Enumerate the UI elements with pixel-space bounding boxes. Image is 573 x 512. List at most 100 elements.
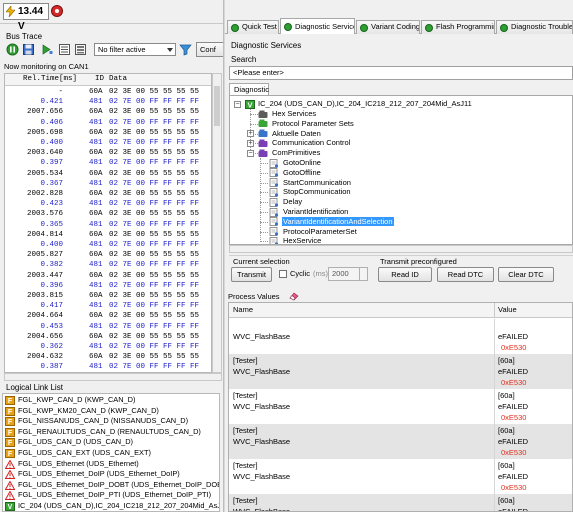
trace-row[interactable]: 0.400 481 02 7E 00 FF FF FF FF: [5, 240, 211, 250]
diagnostic-service-tree[interactable]: − V IC_204 (UDS_CAN_D),IC_204_IC218_212_…: [229, 95, 573, 245]
play-step-icon[interactable]: [40, 43, 53, 56]
process-value-block[interactable]: WVC_FlashBase eFAILED 0xE530: [229, 319, 572, 354]
expand-toggle[interactable]: +: [247, 139, 254, 147]
logical-link-list[interactable]: F FGL_KWP_CAN_D (KWP_CAN_D) F FGL_KWP_KM20_…: [2, 393, 220, 512]
trace-row[interactable]: 0.453 481 02 7E 00 FF FF FF FF: [5, 322, 211, 332]
trace-row[interactable]: 2004.664 60A 02 3E 00 55 55 55 55: [5, 311, 211, 321]
scrollbar-thumb[interactable]: [214, 86, 220, 126]
tab-quick-test[interactable]: Quick Test: [227, 20, 279, 34]
pause-icon[interactable]: [6, 43, 19, 56]
trace-row[interactable]: 0.400 481 02 7E 00 FF FF FF FF: [5, 138, 211, 148]
trace-row[interactable]: 2002.828 60A 02 3E 00 55 55 55 55: [5, 189, 211, 199]
trace-vertical-scrollbar[interactable]: [212, 73, 222, 373]
process-value-block[interactable]: [Tester][60a]WVC_FlashBaseeFAILED0xE530: [229, 459, 572, 494]
tab-flash-programming[interactable]: Flash Programming: [421, 20, 495, 34]
spinner-icon[interactable]: [359, 268, 367, 280]
process-values-table[interactable]: Name Value WVC_FlashBase eFAILED 0xE530 [Te…: [228, 302, 573, 512]
trace-row[interactable]: 2005.534 60A 02 3E 00 55 55 55 55: [5, 169, 211, 179]
process-value-block[interactable]: [Tester][60a]WVC_FlashBaseeFAILED0xE530: [229, 389, 572, 424]
list-view-icon[interactable]: [74, 43, 87, 56]
trace-row[interactable]: 0.423 481 02 7E 00 FF FF FF FF: [5, 199, 211, 209]
trace-row[interactable]: 0.406 481 02 7E 00 FF FF FF FF: [5, 118, 211, 128]
read-dtc-button[interactable]: Read DTC: [437, 267, 494, 282]
trace-row[interactable]: 0.382 481 02 7E 00 FF FF FF FF: [5, 260, 211, 270]
tab-diagnostic-services[interactable]: Diagnostic Services: [280, 18, 355, 35]
trace-row[interactable]: 0.367 481 02 7E 00 FF FF FF FF: [5, 179, 211, 189]
tree-horizontal-scrollbar[interactable]: [229, 245, 573, 253]
trace-filter-select[interactable]: No filter active: [94, 43, 176, 56]
trace-row[interactable]: 2003.640 60A 02 3E 00 55 55 55 55: [5, 148, 211, 158]
process-value-block[interactable]: [Tester][60a]WVC_FlashBaseeFAILED0xE530: [229, 354, 572, 389]
trace-row[interactable]: 0.365 481 02 7E 00 FF FF FF FF: [5, 220, 211, 230]
tab-variant-coding[interactable]: Variant Coding: [356, 20, 420, 34]
logical-link-item[interactable]: V IC_204 (UDS_CAN_D),IC_204_IC218_212_207…: [5, 501, 219, 511]
trace-horizontal-scrollbar[interactable]: [4, 373, 222, 381]
tree-root[interactable]: IC_204 (UDS_CAN_D),IC_204_IC218_212_207_…: [257, 99, 472, 109]
tree-primitive-item[interactable]: GotoOffline: [282, 168, 321, 178]
tree-primitive-item[interactable]: StopCommunication: [282, 187, 351, 197]
tree-primitive-item[interactable]: Delay: [282, 197, 302, 207]
trace-row[interactable]: 2004.814 60A 02 3E 00 55 55 55 55: [5, 230, 211, 240]
panel-splitter[interactable]: [223, 0, 225, 512]
clear-dtc-button[interactable]: Clear DTC: [498, 267, 554, 282]
trace-row[interactable]: 2004.632 60A 02 3E 00 55 55 55 55: [5, 352, 211, 362]
col-id: ID: [95, 75, 105, 83]
tree-primitive-item[interactable]: ProtocolParameterSet: [282, 227, 357, 237]
transmit-button[interactable]: Transmit: [231, 267, 272, 282]
logical-link-item[interactable]: F FGL_UDS_CAN_EXT (UDS_CAN_EXT): [5, 448, 219, 459]
collapse-toggle[interactable]: −: [234, 101, 241, 108]
tree-primitive-item[interactable]: GotoOnline: [282, 158, 321, 168]
search-input[interactable]: <Please enter>: [229, 66, 573, 80]
save-trace-icon[interactable]: [22, 43, 35, 56]
logical-link-item[interactable]: FGL_UDS_Ethernet_DoIP_DOBT (UDS_Ethernet…: [5, 480, 219, 491]
filter-funnel-icon[interactable]: [179, 43, 192, 56]
trace-row[interactable]: 0.421 481 02 7E 00 FF FF FF FF: [5, 97, 211, 107]
read-id-button[interactable]: Read ID: [378, 267, 432, 282]
process-value-block[interactable]: [Tester][60a]WVC_FlashBaseeFAILED0xE530: [229, 494, 572, 511]
logical-link-item[interactable]: F FGL_UDS_CAN_D (UDS_CAN_D): [5, 437, 219, 448]
logical-link-item[interactable]: F FGL_KWP_KM20_CAN_D (KWP_CAN_D): [5, 406, 219, 417]
expand-toggle[interactable]: +: [247, 130, 254, 138]
trace-row[interactable]: 2004.656 60A 02 3E 00 55 55 55 55: [5, 332, 211, 342]
tree-group-item[interactable]: Protocol Parameter Sets: [271, 119, 354, 129]
tree-primitive-item[interactable]: StartCommunication: [282, 178, 351, 188]
trace-row[interactable]: 2003.815 60A 02 3E 00 55 55 55 55: [5, 291, 211, 301]
trace-row[interactable]: 2003.576 60A 02 3E 00 55 55 55 55: [5, 209, 211, 219]
cyclic-checkbox[interactable]: [279, 270, 287, 278]
process-value-block[interactable]: [Tester][60a]WVC_FlashBaseeFAILED0xE530: [229, 424, 572, 459]
trace-time: -: [58, 88, 63, 96]
tree-primitive-item[interactable]: HexService: [282, 236, 321, 244]
cycle-time-input[interactable]: 2000: [328, 267, 368, 281]
tree-primitive-item[interactable]: VariantIdentification: [282, 207, 348, 217]
status-dot-icon: [284, 23, 292, 31]
trace-row[interactable]: 2005.698 60A 02 3E 00 55 55 55 55: [5, 128, 211, 138]
trace-row[interactable]: 0.417 481 02 7E 00 FF FF FF FF: [5, 301, 211, 311]
trace-row[interactable]: 0.362 481 02 7E 00 FF FF FF FF: [5, 342, 211, 352]
logical-link-item[interactable]: FGL_UDS_Ethernet_DoIP (UDS_Ethernet_DoIP…: [5, 469, 219, 480]
trace-row[interactable]: 0.387 481 02 7E 00 FF FF FF FF: [5, 362, 211, 372]
tab-diagnostic-trouble-codes[interactable]: Diagnostic Trouble Co: [496, 20, 573, 34]
logical-link-item[interactable]: F FGL_RENAULTUDS_CAN_D (RENAULTUDS_CAN_D): [5, 427, 219, 438]
tree-group-item[interactable]: Communication Control: [271, 138, 350, 148]
logical-link-item[interactable]: FGL_UDS_Ethernet_DoIP_PTI (UDS_Ethernet_…: [5, 490, 219, 501]
clear-trace-icon[interactable]: [58, 43, 71, 56]
trace-row[interactable]: 0.397 481 02 7E 00 FF FF FF FF: [5, 158, 211, 168]
tree-group-item[interactable]: Aktuelle Daten: [271, 129, 321, 139]
trace-config-button[interactable]: Conf: [196, 42, 224, 57]
trace-row[interactable]: 2003.447 60A 02 3E 00 55 55 55 55: [5, 271, 211, 281]
logical-link-item[interactable]: F FGL_KWP_CAN_D (KWP_CAN_D): [5, 395, 219, 406]
logical-link-item[interactable]: F FGL_NISSANUDS_CAN_D (NISSANUDS_CAN_D): [5, 416, 219, 427]
bus-trace-table[interactable]: Rel.Time[ms] ID Data - 60A 02 3E 00 55 55 …: [4, 73, 212, 373]
tree-group-item[interactable]: Hex Services: [271, 109, 316, 119]
eraser-icon[interactable]: [289, 292, 299, 301]
logical-link-item[interactable]: FGL_UDS_Ethernet (UDS_Ethernet): [5, 459, 219, 470]
trace-row[interactable]: - 60A 02 3E 00 55 55 55 55: [5, 87, 211, 97]
trace-row[interactable]: 0.396 481 02 7E 00 FF FF FF FF: [5, 281, 211, 291]
tree-group-label: ComPrimitives: [272, 148, 321, 158]
tree-group-item[interactable]: ComPrimitives: [271, 148, 320, 158]
trace-row[interactable]: 2005.827 60A 02 3E 00 55 55 55 55: [5, 250, 211, 260]
tree-primitive-item[interactable]: VariantIdentificationAndSelection: [282, 216, 394, 227]
expand-toggle[interactable]: −: [247, 149, 254, 157]
stop-record-button[interactable]: [51, 5, 63, 17]
trace-row[interactable]: 2007.656 60A 02 3E 00 55 55 55 55: [5, 107, 211, 117]
